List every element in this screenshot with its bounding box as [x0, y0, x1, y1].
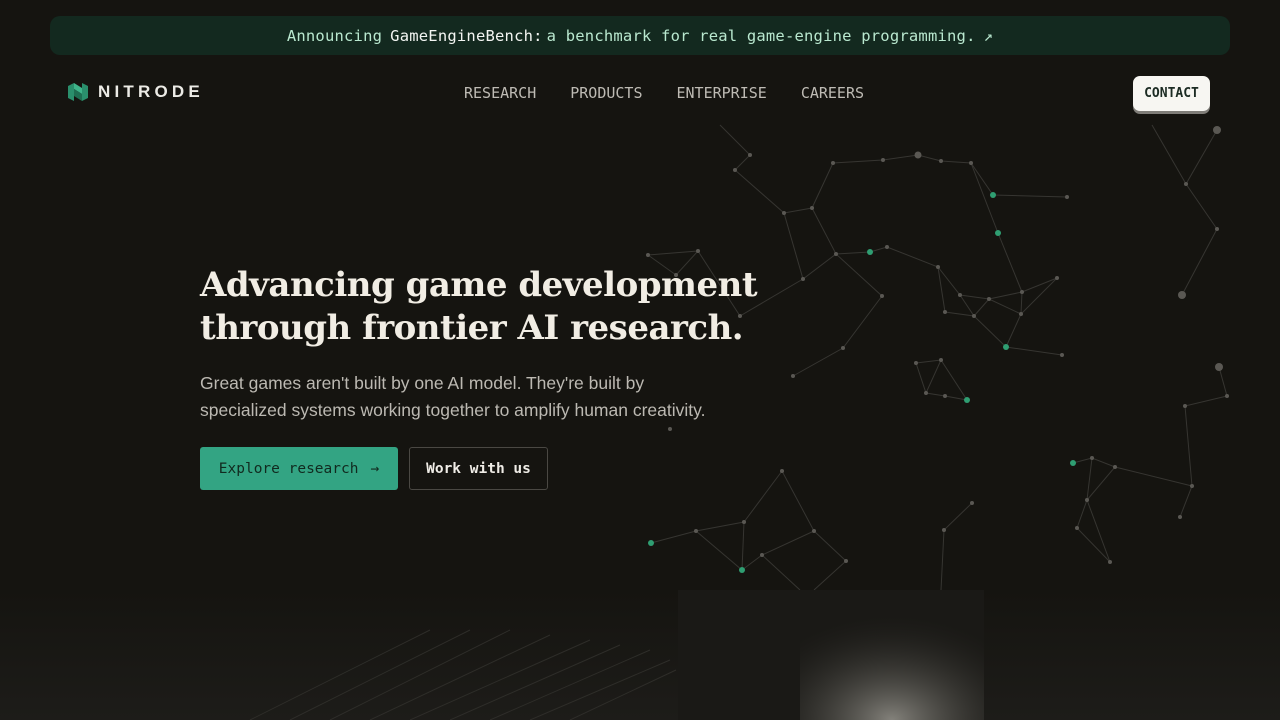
hero-title: Advancing game development through front…: [200, 264, 820, 350]
nav-item-careers[interactable]: CAREERS: [801, 84, 864, 102]
nav-item-research[interactable]: RESEARCH: [464, 84, 536, 102]
main-nav: RESEARCH PRODUCTS ENTERPRISE CAREERS: [464, 84, 898, 102]
nav-item-enterprise[interactable]: ENTERPRISE: [677, 84, 767, 102]
nitrode-logo-icon: [68, 83, 88, 101]
network-graphic: [646, 124, 1229, 591]
announcement-text: a benchmark for real game-engine program…: [546, 26, 976, 45]
hero-subtitle-line2: specialized systems working together to …: [200, 400, 706, 420]
explore-research-button[interactable]: Explore research →: [200, 447, 398, 490]
bottom-decoration: [0, 590, 1280, 720]
announcement-prefix: Announcing: [286, 26, 383, 45]
announcement-bar[interactable]: Announcing GameEngineBench: a benchmark …: [50, 16, 1230, 55]
work-with-us-button[interactable]: Work with us: [409, 447, 548, 490]
external-arrow-icon: ↗: [983, 26, 994, 45]
arrow-right-icon: →: [370, 460, 380, 477]
hero-subtitle: Great games aren't built by one AI model…: [200, 370, 800, 424]
contact-button[interactable]: CONTACT: [1133, 76, 1210, 111]
hero-title-line1: Advancing game development: [200, 265, 758, 305]
hero-subtitle-line1: Great games aren't built by one AI model…: [200, 373, 645, 393]
brand-logo[interactable]: NITRODE: [67, 80, 204, 104]
explore-research-label: Explore research: [218, 460, 359, 477]
nav-item-products[interactable]: PRODUCTS: [570, 84, 642, 102]
hero-title-line2: through frontier AI research.: [200, 308, 744, 348]
brand-name: NITRODE: [98, 82, 204, 101]
announcement-highlight: GameEngineBench:: [390, 26, 543, 45]
